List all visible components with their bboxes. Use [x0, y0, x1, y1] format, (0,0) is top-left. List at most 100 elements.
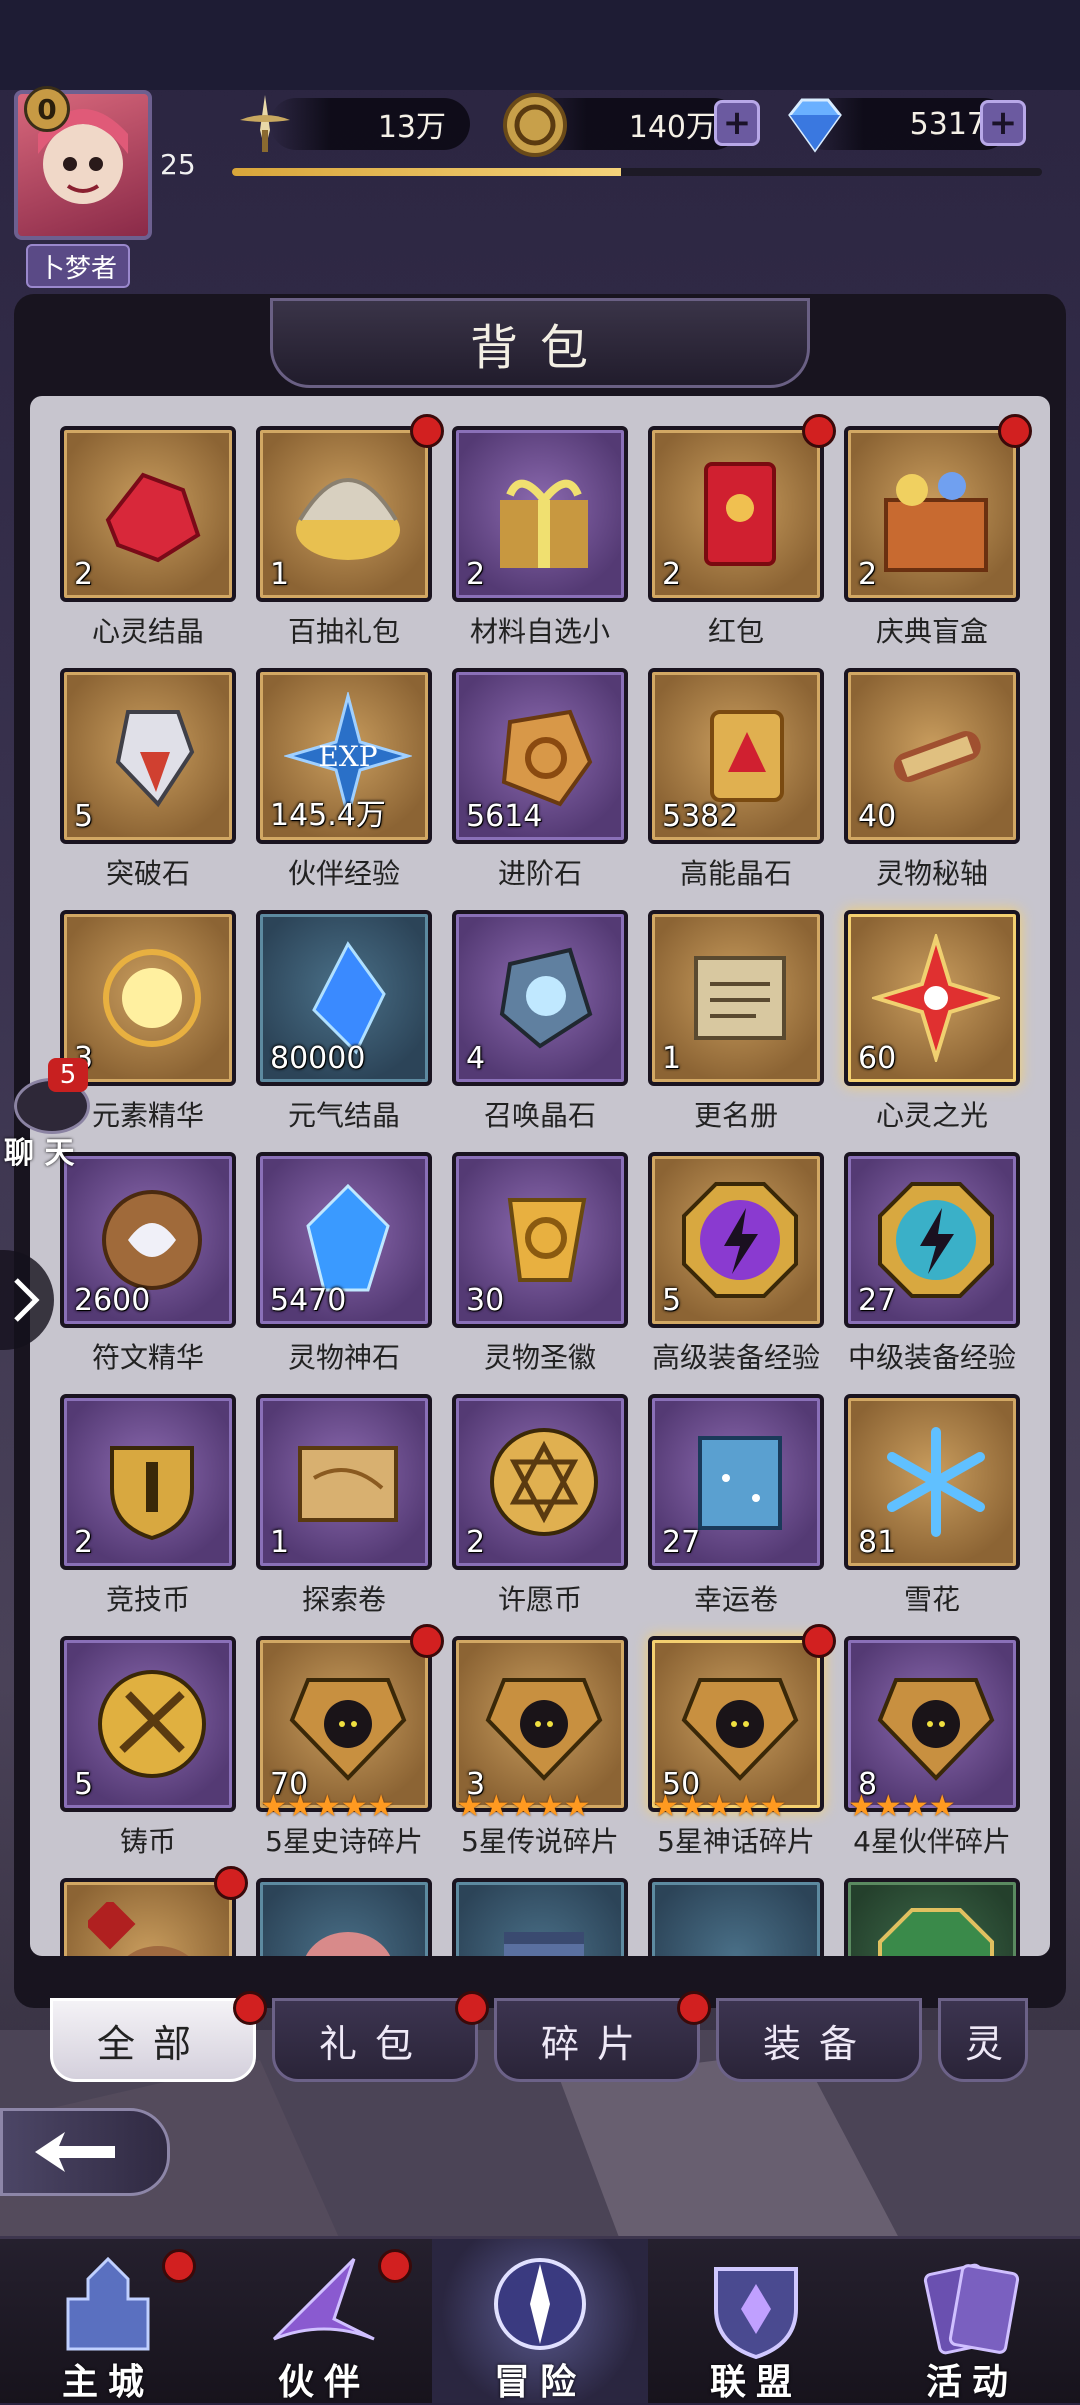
mint-coin-icon [98, 1670, 206, 1778]
item-tile[interactable]: 2 [60, 1394, 236, 1570]
item-tile[interactable]: 2 [452, 1394, 628, 1570]
inventory-item[interactable]: 80000 元气结晶 [256, 910, 432, 1150]
item-tile[interactable]: 70 ★ ★ ★ ★ ★ [256, 1636, 432, 1822]
xp-bar [232, 168, 1042, 176]
inventory-item[interactable]: 27 幸运卷 [648, 1394, 824, 1634]
nav-item[interactable]: 活动 [864, 2239, 1080, 2403]
item-tile[interactable]: 50 ★ ★ ★ ★ ★ [648, 1636, 824, 1822]
inventory-item[interactable]: 5614 进阶石 [452, 668, 628, 908]
inventory-item[interactable]: 2 心灵结晶 [60, 426, 236, 666]
inventory-item[interactable]: 1 更名册 [648, 910, 824, 1150]
bag-panel[interactable]: 2 心灵结晶 1 百抽礼包 2 材料自选小 2 红包 2 庆典盲盒 5 突破石 EXP 145.4万 伙伴经… [30, 396, 1050, 1956]
gold-coin-icon [503, 93, 567, 157]
tab-item[interactable]: 装备 [716, 1998, 922, 2082]
item-count: 5 [74, 1767, 94, 1802]
star-rating: ★ ★ ★ ★ ★ [260, 1792, 395, 1822]
tab-label: 全部 [96, 2021, 209, 2066]
item-tile[interactable]: 80000 [256, 910, 432, 1086]
inventory-item[interactable]: 5 高级装备经验 [648, 1152, 824, 1392]
witch-hat-icon [272, 2257, 375, 2341]
inventory-item[interactable]: 50 ★ ★ ★ ★ ★ 5星神话碎片 [648, 1624, 836, 1876]
item-tile[interactable]: EXP 145.4万 [256, 668, 432, 844]
nav-label: 联盟 [709, 2362, 802, 2403]
chat-button[interactable]: 5 聊 天 [4, 1058, 96, 1171]
tab-item[interactable]: 灵 [938, 1998, 1028, 2082]
item-tile[interactable]: 2 [844, 426, 1020, 602]
inventory-item[interactable]: 2 红包 [648, 414, 836, 666]
nav-item[interactable]: 联盟 [648, 2239, 864, 2403]
item-tile[interactable]: 60 [844, 910, 1020, 1086]
inventory-item[interactable]: 40 灵物秘轴 [844, 668, 1020, 908]
tab-item[interactable]: 全部 [50, 1991, 267, 2082]
inventory-item[interactable]: 5382 高能晶石 [648, 668, 824, 908]
item-tile[interactable]: 2 [452, 426, 628, 602]
nav-item[interactable]: 伙伴 [216, 2239, 432, 2403]
inventory-item[interactable] [648, 1878, 824, 1956]
item-count: 5382 [662, 799, 739, 834]
back-button[interactable] [0, 2108, 170, 2196]
item-count: 30 [466, 1283, 505, 1318]
item-tile[interactable]: 2 [60, 426, 236, 602]
inventory-item[interactable]: 30 灵物圣徽 [452, 1152, 628, 1392]
inventory-item[interactable] [256, 1878, 432, 1956]
tab-item[interactable]: 礼包 [272, 1991, 489, 2082]
inventory-item[interactable]: 2 许愿币 [452, 1394, 628, 1634]
inventory-item[interactable]: 2 竞技币 [60, 1394, 236, 1634]
item-tile[interactable]: 4 [452, 910, 628, 1086]
item-tile[interactable]: 5 [60, 668, 236, 844]
item-count: 27 [858, 1283, 897, 1318]
item-tile[interactable] [452, 1878, 628, 1956]
item-count: 2 [466, 1525, 486, 1560]
item-tile[interactable]: 27 [648, 1394, 824, 1570]
inventory-item[interactable]: 81 雪花 [844, 1394, 1020, 1634]
inventory-item[interactable]: 4 召唤晶石 [452, 910, 628, 1150]
item-tile[interactable] [60, 1878, 236, 1956]
item-tile[interactable] [256, 1878, 432, 1956]
inventory-item[interactable]: 60 心灵之光 [844, 910, 1020, 1150]
item-tile[interactable]: 1 [256, 1394, 432, 1570]
inventory-item[interactable] [844, 1878, 1020, 1956]
item-tile[interactable]: 2600 [60, 1152, 236, 1328]
item-tile[interactable]: 1 [256, 426, 432, 602]
item-tile[interactable]: 30 [452, 1152, 628, 1328]
item-tile[interactable]: 5 [60, 1636, 236, 1812]
item-tile[interactable] [648, 1878, 824, 1956]
item-tile[interactable]: 5 [648, 1152, 824, 1328]
inventory-item[interactable]: EXP 145.4万 伙伴经验 [256, 668, 432, 908]
inventory-item[interactable]: 8 ★ ★ ★ ★ 4星伙伴碎片 [844, 1636, 1020, 1876]
green-emblem-icon [878, 1908, 994, 1956]
add-gold-button[interactable]: + [714, 100, 760, 146]
inventory-item[interactable]: 3 ★ ★ ★ ★ ★ 5星传说碎片 [452, 1636, 628, 1876]
tab-item[interactable]: 碎片 [494, 1991, 711, 2082]
item-tile[interactable]: 40 [844, 668, 1020, 844]
inventory-item[interactable]: 5470 灵物神石 [256, 1152, 432, 1392]
inventory-item[interactable] [452, 1878, 628, 1956]
hero-shard-icon [485, 1678, 603, 1781]
side-expand-button[interactable] [0, 1250, 54, 1350]
inventory-item[interactable]: 5 突破石 [60, 668, 236, 908]
item-tile[interactable]: 1 [648, 910, 824, 1086]
inventory-item[interactable]: 2 材料自选小 [452, 426, 628, 666]
item-tile[interactable]: 3 ★ ★ ★ ★ ★ [452, 1636, 628, 1822]
nav-item[interactable]: 主城 [0, 2239, 216, 2403]
inventory-item[interactable]: 2 庆典盲盒 [844, 414, 1032, 666]
item-tile[interactable]: 8 ★ ★ ★ ★ [844, 1636, 1020, 1822]
item-tile[interactable]: 81 [844, 1394, 1020, 1570]
item-tile[interactable]: 27 [844, 1152, 1020, 1328]
add-diamond-button[interactable]: + [980, 100, 1026, 146]
item-tile[interactable]: 5470 [256, 1152, 432, 1328]
inventory-item[interactable]: 70 ★ ★ ★ ★ ★ 5星史诗碎片 [256, 1624, 444, 1876]
inventory-item[interactable]: 2600 符文精华 [60, 1152, 236, 1392]
inventory-item[interactable] [60, 1866, 248, 1956]
item-count: 2 [74, 1525, 94, 1560]
inventory-item[interactable]: 1 百抽礼包 [256, 414, 444, 666]
inventory-item[interactable]: 1 探索卷 [256, 1394, 432, 1634]
item-name: 灵物秘轴 [875, 857, 988, 890]
item-tile[interactable] [844, 1878, 1020, 1956]
item-tile[interactable]: 2 [648, 426, 824, 602]
item-tile[interactable]: 5382 [648, 668, 824, 844]
inventory-item[interactable]: 5 铸币 [60, 1636, 236, 1876]
inventory-item[interactable]: 27 中级装备经验 [844, 1152, 1020, 1392]
nav-item[interactable]: 冒险 [432, 2239, 648, 2403]
item-tile[interactable]: 5614 [452, 668, 628, 844]
